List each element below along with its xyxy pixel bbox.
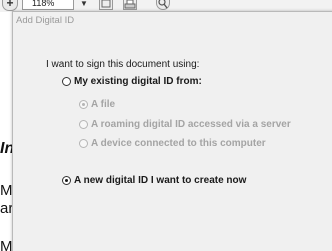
zoom-level-field[interactable]: 118% xyxy=(22,0,74,10)
file-radio xyxy=(79,100,88,109)
existing-digital-id-label[interactable]: My existing digital ID from: xyxy=(74,76,202,87)
roaming-id-option: A roaming digital ID accessed via a serv… xyxy=(79,119,291,130)
print-icon[interactable] xyxy=(123,0,137,10)
roaming-id-label: A roaming digital ID accessed via a serv… xyxy=(91,119,291,130)
roaming-id-radio xyxy=(79,120,88,129)
zoom-dropdown-arrow-icon[interactable]: ▼ xyxy=(80,0,88,8)
dialog-title: Add Digital ID xyxy=(16,15,75,26)
device-option: A device connected to this computer xyxy=(79,138,266,149)
document-text-fragment: M xyxy=(0,182,13,199)
add-digital-id-dialog: Add Digital ID I want to sign this docum… xyxy=(12,11,332,251)
screen: + 118% ▼ In M ar M Add Digital ID I want… xyxy=(0,0,332,251)
file-label: A file xyxy=(91,99,116,110)
device-label: A device connected to this computer xyxy=(91,138,266,149)
new-digital-id-radio[interactable] xyxy=(62,176,71,185)
existing-digital-id-radio[interactable] xyxy=(62,77,71,86)
new-digital-id-option[interactable]: A new digital ID I want to create now xyxy=(62,175,246,186)
file-option: A file xyxy=(79,99,115,110)
device-radio xyxy=(79,139,88,148)
existing-digital-id-option[interactable]: My existing digital ID from: xyxy=(62,76,202,87)
dialog-prompt: I want to sign this document using: xyxy=(46,59,200,70)
zoom-in-icon[interactable]: + xyxy=(2,0,18,11)
document-text-fragment: M xyxy=(0,238,13,251)
save-icon[interactable] xyxy=(99,0,113,10)
search-icon[interactable] xyxy=(156,0,170,10)
new-digital-id-label[interactable]: A new digital ID I want to create now xyxy=(74,175,246,186)
